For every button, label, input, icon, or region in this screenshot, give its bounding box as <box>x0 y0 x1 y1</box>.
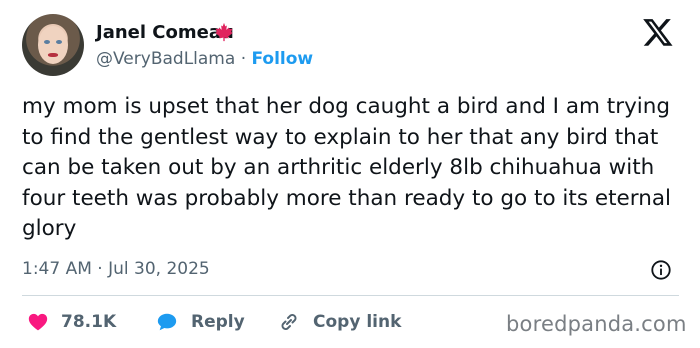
separator-dot: · <box>240 49 247 69</box>
author-handle-row: @VeryBadLlama · Follow <box>96 49 313 69</box>
watermark: boredpanda.com <box>506 312 687 336</box>
copy-link-label: Copy link <box>313 312 402 332</box>
avatar-eye <box>44 40 50 44</box>
reply-button[interactable]: Reply <box>155 310 245 334</box>
avatar-face <box>38 26 68 64</box>
heart-icon <box>28 313 48 331</box>
link-icon <box>281 314 297 330</box>
reply-label: Reply <box>191 312 245 332</box>
tweet-timestamp[interactable]: 1:47 AM · Jul 30, 2025 <box>22 259 210 279</box>
copy-link-button[interactable]: Copy link <box>277 310 401 334</box>
x-logo-icon[interactable] <box>642 16 674 48</box>
avatar[interactable] <box>22 14 84 76</box>
maple-leaf-icon <box>215 22 233 42</box>
likes-count: 78.1K <box>61 312 117 332</box>
info-icon[interactable] <box>650 259 672 281</box>
like-button[interactable]: 78.1K <box>27 310 116 334</box>
follow-button[interactable]: Follow <box>252 49 314 69</box>
avatar-mouth <box>48 53 58 57</box>
reply-bubble-icon <box>157 313 177 331</box>
avatar-eye <box>56 40 62 44</box>
author-handle[interactable]: @VeryBadLlama <box>96 49 235 69</box>
tweet-text: my mom is upset that her dog caught a bi… <box>22 94 671 241</box>
divider <box>22 295 679 296</box>
